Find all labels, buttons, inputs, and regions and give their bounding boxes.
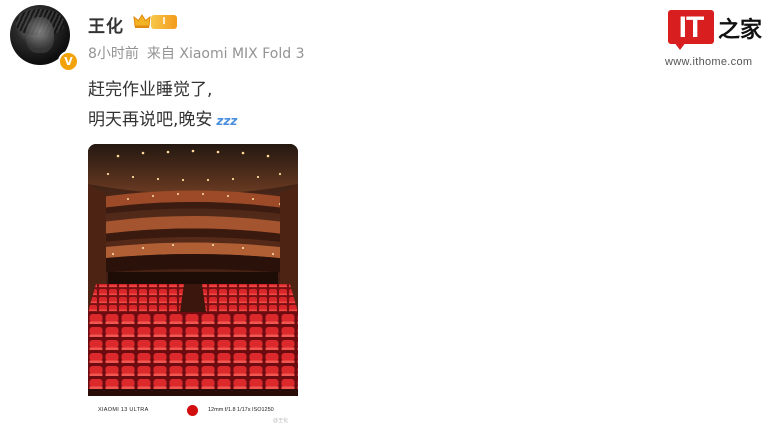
leica-logo-icon	[187, 405, 198, 416]
ithome-url: www.ithome.com	[665, 56, 753, 68]
ithome-logo-char: 之家	[718, 17, 763, 43]
post-image[interactable]: XIAOMI 13 ULTRA 12mm f/1.8 1/17s ISO1250…	[88, 144, 298, 427]
post-time[interactable]: 8小时前	[88, 46, 139, 62]
theater-photo	[88, 144, 298, 396]
verified-badge-icon: V	[58, 51, 79, 72]
ithome-logo: IT	[668, 10, 714, 44]
exif-info: 12mm f/1.8 1/17s ISO1250	[208, 407, 274, 413]
sleep-emoji-icon: zzz	[216, 114, 238, 128]
level-badge[interactable]: I	[151, 15, 177, 29]
post-meta: 8小时前 来自 Xiaomi MIX Fold 3	[88, 43, 304, 63]
crown-icon[interactable]	[133, 13, 151, 29]
post-text: 赶完作业睡觉了, 明天再说吧,晚安 zzz	[88, 75, 237, 136]
author-name[interactable]: 王化	[88, 12, 124, 37]
photo-exif-bar: XIAOMI 13 ULTRA 12mm f/1.8 1/17s ISO1250…	[88, 396, 298, 427]
ithome-logo-tail	[674, 42, 686, 50]
avatar-face	[26, 17, 54, 53]
camera-model: XIAOMI 13 ULTRA	[98, 407, 149, 413]
post-text-line-2: 明天再说吧,晚安 zzz	[88, 105, 237, 136]
photo-watermark: @王化	[273, 418, 289, 424]
post-text-line-1: 赶完作业睡觉了,	[88, 80, 213, 100]
post-source: 来自 Xiaomi MIX Fold 3	[146, 46, 305, 62]
